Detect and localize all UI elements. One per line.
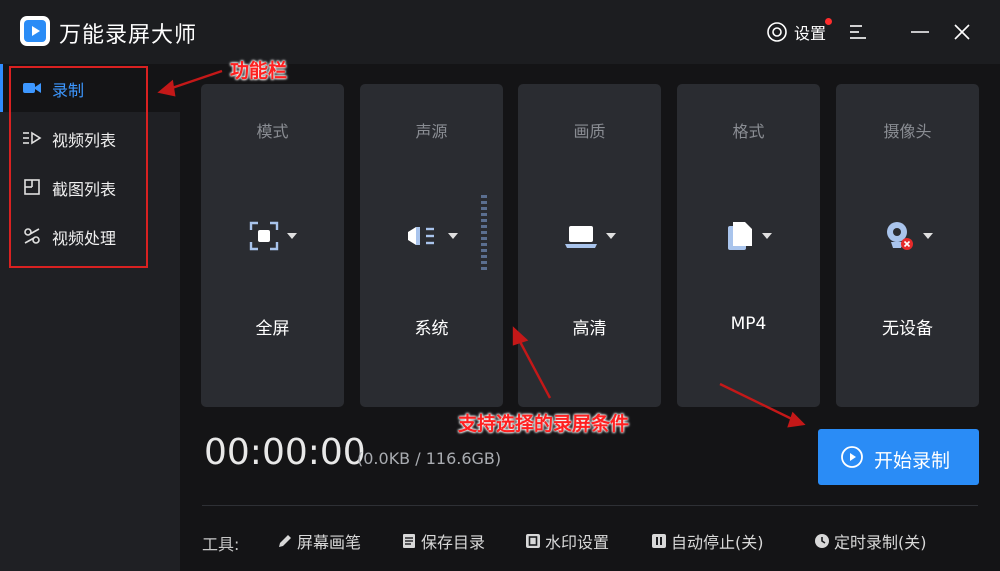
tool-label: 自动停止(关) (671, 533, 764, 552)
card-title: 模式 (256, 122, 289, 141)
fullscreen-icon (249, 221, 278, 251)
notification-dot (825, 18, 832, 25)
card-value: 高清 (572, 319, 607, 339)
tool-save-directory[interactable]: 保存目录 (401, 530, 485, 552)
app-title: 万能录屏大师 (59, 23, 198, 48)
pause-icon (652, 534, 666, 548)
minimize-icon (911, 31, 929, 33)
clock-icon (815, 534, 829, 548)
card-title: 声源 (415, 122, 448, 141)
chevron-down-icon (286, 233, 297, 239)
card-title: 画质 (573, 122, 606, 141)
file-icon (727, 222, 752, 250)
recording-timer: 00:00:00 (204, 432, 366, 473)
title-bar: 万能录屏大师 设置 (0, 0, 1000, 64)
annotation-conditions-note: 支持选择的录屏条件 (458, 413, 630, 435)
chevron-down-icon (605, 233, 616, 239)
start-recording-label: 开始录制 (874, 450, 951, 472)
card-value: 系统 (414, 319, 449, 339)
watermark-icon (526, 534, 540, 548)
tool-label: 水印设置 (545, 533, 610, 552)
tool-label: 屏幕画笔 (297, 533, 362, 552)
start-recording-button[interactable]: 开始录制 (818, 429, 979, 485)
webcam-selector[interactable] (836, 216, 979, 256)
settings-button[interactable]: 设置 (766, 18, 832, 44)
quality-selector[interactable] (518, 216, 661, 256)
pen-icon (279, 535, 291, 547)
card-title: 摄像头 (883, 122, 932, 141)
divider (202, 505, 978, 506)
tool-label: 定时录制(关) (834, 533, 927, 552)
format-selector[interactable] (677, 216, 820, 256)
volume-meter (481, 195, 487, 270)
card-value: 全屏 (255, 319, 290, 339)
webcam-card[interactable]: 摄像头 无设备 (836, 84, 979, 407)
tool-label: 保存目录 (421, 533, 486, 552)
mode-card[interactable]: 模式 全屏 (201, 84, 344, 407)
app-logo-icon (20, 16, 50, 46)
storage-info: (0.0KB / 116.6GB) (357, 449, 502, 468)
quality-card[interactable]: 画质 高清 (518, 84, 661, 407)
mode-selector[interactable] (201, 216, 344, 256)
minimize-button[interactable] (908, 20, 932, 44)
play-circle-icon (841, 446, 863, 468)
close-button[interactable] (950, 20, 974, 44)
tool-scheduled-recording[interactable]: 定时录制(关) (814, 530, 927, 552)
format-card[interactable]: 格式 MP4 (677, 84, 820, 407)
folder-icon (403, 534, 415, 548)
tool-auto-stop[interactable]: 自动停止(关) (651, 530, 764, 552)
card-value: 无设备 (882, 319, 933, 339)
speaker-icon (407, 227, 434, 245)
card-title: 格式 (732, 122, 765, 141)
gear-icon (767, 22, 787, 42)
laptop-icon (564, 226, 597, 248)
tools-label: 工具: (202, 535, 240, 554)
settings-label: 设置 (794, 24, 827, 43)
card-value: MP4 (730, 314, 767, 334)
close-icon (954, 24, 970, 40)
menu-icon (850, 25, 866, 39)
chevron-down-icon (922, 233, 933, 239)
webcam-icon (886, 222, 913, 250)
sidebar-highlight-box (9, 66, 148, 268)
menu-button[interactable] (846, 20, 870, 44)
chevron-down-icon (447, 233, 458, 239)
annotation-sidebar-note: 功能栏 (230, 60, 288, 82)
chevron-down-icon (761, 233, 772, 239)
tool-watermark[interactable]: 水印设置 (525, 530, 609, 552)
tool-screen-pen[interactable]: 屏幕画笔 (277, 530, 361, 552)
